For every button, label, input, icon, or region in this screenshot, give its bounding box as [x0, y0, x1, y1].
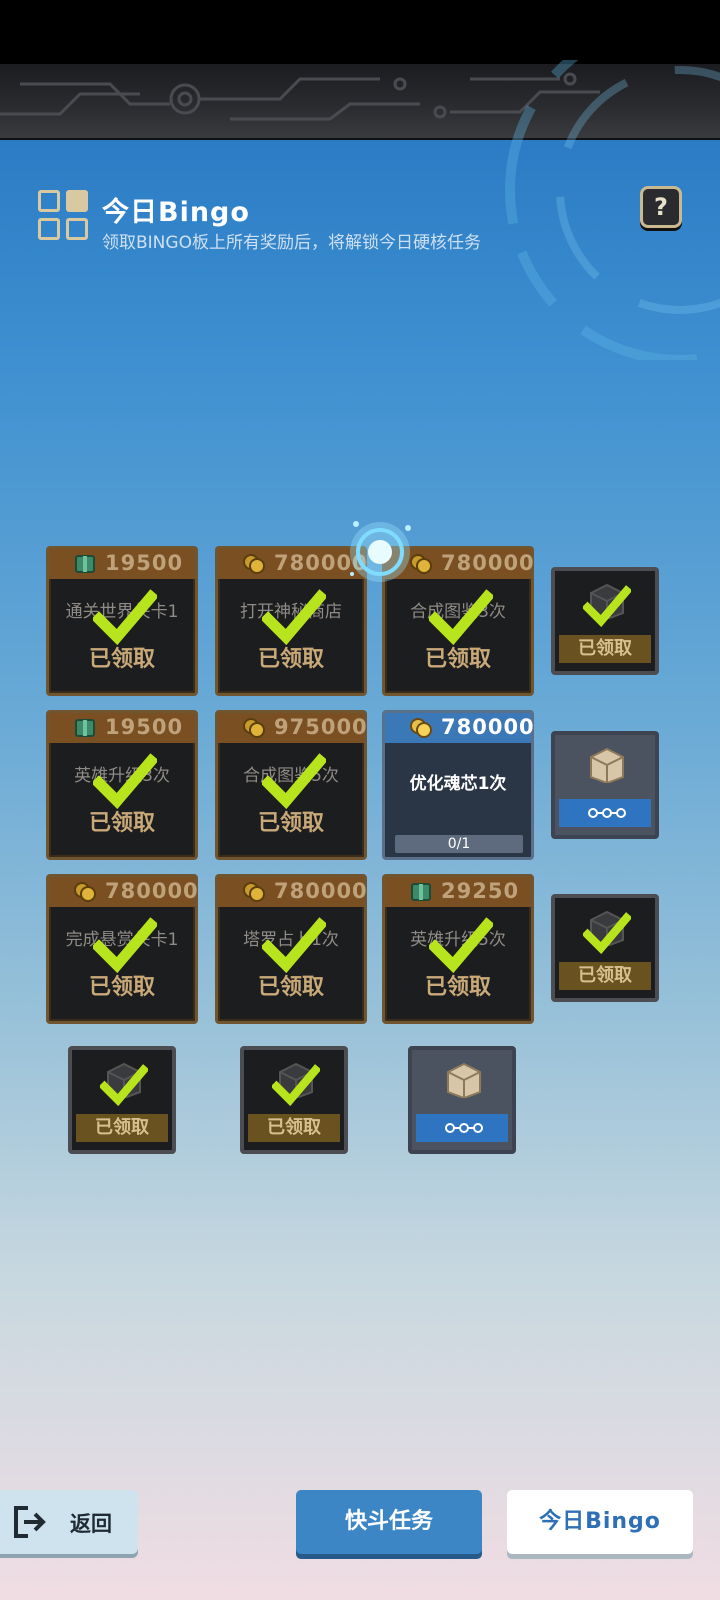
help-button[interactable]: ? [640, 186, 682, 228]
bingo-cell-active[interactable]: 780000 优化魂芯1次 0/1 [382, 710, 534, 860]
claimed-label: 已领取 [248, 1114, 340, 1142]
bingo-cell[interactable]: 975000 合成图鉴5次 已领取 [215, 710, 367, 860]
progress-bar: 0/1 [395, 835, 523, 853]
page-header: 今日Bingo 领取BINGO板上所有奖励后，将解锁今日硬核任务 [38, 190, 638, 253]
row-reward-chest[interactable]: 已领取 [551, 567, 659, 675]
checkmark-icon [100, 1064, 148, 1106]
checkmark-icon [429, 917, 493, 973]
cost-amount: 780000 [441, 715, 535, 739]
cost-bar: 780000 [385, 713, 534, 743]
coin-icon [243, 882, 265, 902]
bingo-cell[interactable]: 29250 英雄升级5次 已领取 [382, 874, 534, 1024]
checkmark-icon [583, 912, 631, 954]
coin-icon [243, 718, 265, 738]
claimed-label: 已领取 [424, 975, 491, 1000]
checkmark-icon [262, 589, 326, 645]
book-icon [75, 555, 95, 573]
bingo-cell[interactable]: 780000 完成悬赏关卡1 已领取 [46, 874, 198, 1024]
claimed-label: 已领取 [257, 975, 324, 1000]
checkmark-icon [93, 753, 157, 809]
claimed-label: 已领取 [424, 647, 491, 672]
cost-amount: 780000 [441, 551, 535, 575]
checkmark-icon [272, 1064, 320, 1106]
row-reward-chest[interactable]: 已领取 [551, 894, 659, 1002]
cost-bar: 975000 [218, 713, 367, 743]
exit-icon [14, 1506, 46, 1538]
task-label: 优化魂芯1次 [409, 774, 507, 794]
checkmark-icon [93, 589, 157, 645]
locked-bar [559, 799, 651, 827]
claimed-label: 已领取 [76, 1114, 168, 1142]
column-reward-chest[interactable] [408, 1046, 516, 1154]
sparkle-effect-icon [350, 521, 411, 582]
claimed-label: 已领取 [257, 811, 324, 836]
row-reward-chest[interactable] [551, 731, 659, 839]
claimed-label: 已领取 [257, 647, 324, 672]
claimed-label: 已领取 [88, 647, 155, 672]
back-button[interactable]: 返回 [0, 1490, 138, 1554]
tab-bingo[interactable]: 今日Bingo [507, 1490, 693, 1554]
chest-icon [447, 1062, 481, 1098]
cost-bar: 780000 [49, 877, 198, 907]
coin-icon [243, 554, 265, 574]
claimed-label: 已领取 [559, 962, 651, 990]
coin-icon [74, 882, 96, 902]
tab-tasks[interactable]: 快斗任务 [296, 1490, 482, 1554]
locked-bar [416, 1114, 508, 1142]
cost-amount: 975000 [274, 715, 368, 739]
cost-amount: 780000 [274, 879, 368, 903]
column-reward-chest[interactable]: 已领取 [68, 1046, 176, 1154]
column-reward-chest[interactable]: 已领取 [240, 1046, 348, 1154]
cost-amount: 19500 [105, 551, 184, 575]
bingo-cell[interactable]: 19500 英雄升级3次 已领取 [46, 710, 198, 860]
cost-amount: 780000 [105, 879, 199, 903]
page-title: 今日Bingo [102, 197, 250, 228]
claimed-label: 已领取 [88, 975, 155, 1000]
bingo-grid-icon [38, 190, 90, 242]
claimed-label: 已领取 [559, 635, 651, 663]
status-bar [0, 0, 720, 64]
back-label: 返回 [70, 1512, 112, 1536]
progress-text: 0/1 [447, 836, 471, 852]
claimed-label: 已领取 [88, 811, 155, 836]
bingo-cell[interactable]: 19500 通关世界关卡1 已领取 [46, 546, 198, 696]
cost-bar: 780000 [218, 877, 367, 907]
book-icon [411, 883, 431, 901]
checkmark-icon [429, 589, 493, 645]
checkmark-icon [262, 753, 326, 809]
cost-bar: 19500 [49, 549, 195, 579]
coin-icon [410, 718, 432, 738]
chain-icon [445, 1123, 483, 1133]
checkmark-icon [583, 585, 631, 627]
cost-amount: 29250 [441, 879, 520, 903]
chest-icon [590, 747, 624, 783]
checkmark-icon [262, 917, 326, 973]
chain-icon [588, 808, 626, 818]
cost-bar: 19500 [49, 713, 195, 743]
page-subtitle: 领取BINGO板上所有奖励后，将解锁今日硬核任务 [102, 233, 481, 253]
book-icon [75, 719, 95, 737]
checkmark-icon [93, 917, 157, 973]
bingo-cell[interactable]: 780000 塔罗占卜1次 已领取 [215, 874, 367, 1024]
cost-bar: 29250 [385, 877, 531, 907]
cost-amount: 19500 [105, 715, 184, 739]
